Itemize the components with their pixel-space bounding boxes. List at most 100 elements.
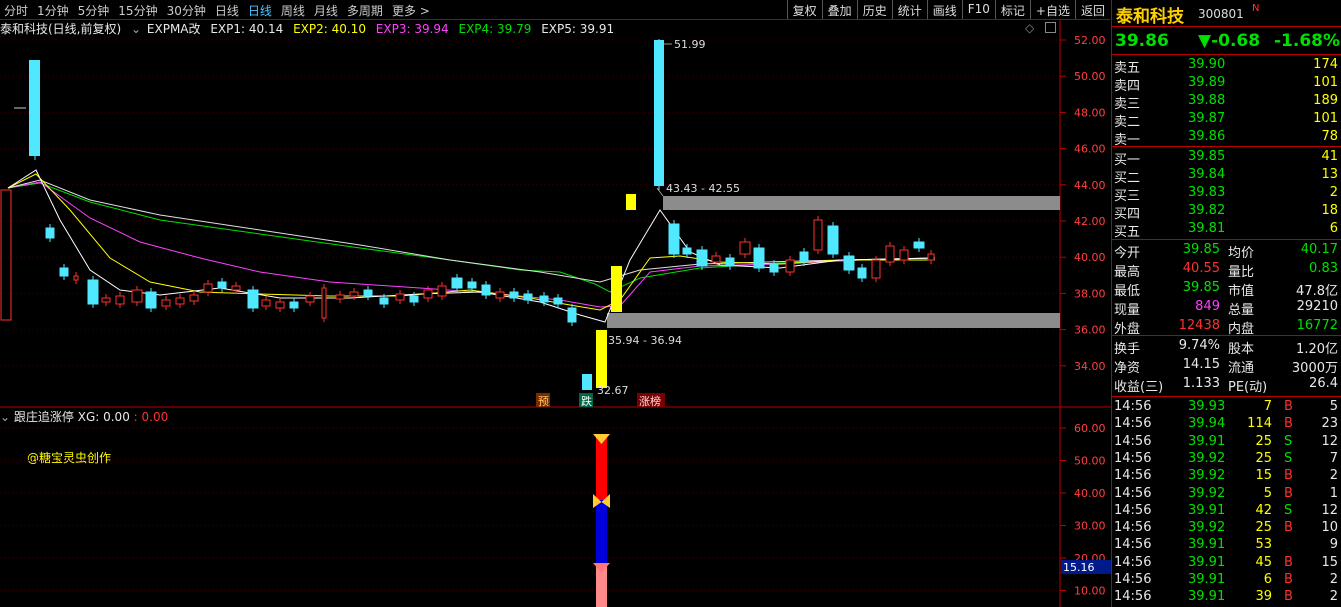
candle-body: [45, 227, 55, 239]
candle-body: [696, 249, 708, 267]
price-tick-label: 50.00: [1074, 70, 1106, 83]
indicator-bar-blue: [596, 500, 607, 564]
candle-body: [495, 291, 505, 299]
tick-row: 14:56 39.91 42 S 12: [1114, 502, 1338, 518]
candle-body: [843, 255, 855, 271]
candle-body: [321, 287, 327, 319]
ask-row: 卖二 39.87 101: [1114, 111, 1338, 130]
bid-row: 买一 39.85 41: [1114, 149, 1338, 168]
tab-15min[interactable]: 15分钟: [118, 2, 157, 19]
mark-button[interactable]: 标记: [994, 0, 1030, 19]
tick-row: 14:56 39.92 5 B 1: [1114, 485, 1338, 501]
candle-body: [769, 263, 779, 273]
candle-body: [885, 245, 895, 263]
history-button[interactable]: 历史: [856, 0, 892, 19]
candlestick-chart[interactable]: 52.00 50.00 48.00 46.00 44.00 42.00 40.00 38.00…: [0, 20, 1111, 408]
candle-body: [813, 219, 823, 251]
indicator-tick-label: 40.00: [1074, 487, 1106, 500]
stock-name: 泰和科技: [1116, 7, 1184, 27]
tab-30min[interactable]: 30分钟: [167, 2, 206, 19]
left-red-candle: [0, 189, 12, 321]
back-button[interactable]: 返回: [1074, 0, 1110, 19]
tab-fenshi[interactable]: 分时: [4, 2, 28, 19]
candle-body: [523, 293, 533, 301]
fund-row: 收益(三) 1.133 PE(动) 26.4: [1114, 376, 1338, 395]
low-candle: [582, 374, 592, 390]
yellow-marker: [626, 194, 636, 210]
candle-body: [231, 285, 241, 291]
candle-body: [87, 279, 99, 305]
candle-body: [115, 295, 125, 305]
indicator-chart[interactable]: 60.0050.0040.0030.0020.0010.00 15.16: [0, 408, 1111, 607]
price-change: ▼-0.68: [1198, 31, 1261, 51]
candle-body: [682, 247, 692, 255]
candle-body: [217, 281, 227, 289]
indicator-bar-red: [596, 438, 607, 500]
candle-body: [711, 255, 721, 263]
candle-body: [725, 257, 735, 267]
stat-row: 外盘 12438 内盘 16772: [1114, 318, 1338, 337]
tick-row: 14:56 39.94 114 B 23: [1114, 416, 1338, 432]
period-toolbar: 分时 1分钟 5分钟 15分钟 30分钟 日线 日线 周线 月线 多周期 更多 …: [0, 0, 1110, 20]
new-flag: N: [1252, 3, 1260, 14]
candle-body: [509, 291, 519, 299]
f10-button[interactable]: F10: [961, 0, 995, 19]
candle-body: [305, 295, 315, 303]
indicator-tick-label: 10.00: [1074, 585, 1106, 598]
price-tick-label: 44.00: [1074, 179, 1106, 192]
tab-more[interactable]: 更多 >: [392, 2, 430, 19]
candle-body: [753, 247, 765, 269]
candle-body: [59, 267, 69, 277]
tab-5min[interactable]: 5分钟: [78, 2, 110, 19]
tick-row: 14:56 39.93 7 B 5: [1114, 399, 1338, 414]
candle-body: [899, 249, 909, 261]
indicator-tick-label: 30.00: [1074, 520, 1106, 533]
draw-button[interactable]: 画线: [926, 0, 962, 19]
candle-body: [668, 223, 680, 255]
overlay-button[interactable]: 叠加: [821, 0, 857, 19]
candle-body: [409, 295, 419, 303]
price-tick-label: 40.00: [1074, 251, 1106, 264]
zone-lower-label: 35.94 - 36.94: [608, 334, 682, 347]
stat-row: 现量 849 总量 29210: [1114, 299, 1338, 318]
candle-body: [275, 301, 285, 309]
ask-row: 卖一 39.86 78: [1114, 129, 1338, 148]
tick-row: 14:56 39.92 15 B 2: [1114, 468, 1338, 484]
candle-body: [423, 289, 433, 299]
high-price-label: 51.99: [674, 38, 706, 51]
tab-monthly[interactable]: 月线: [314, 2, 338, 19]
fund-row: 换手 9.74% 股本 1.20亿: [1114, 338, 1338, 357]
tab-multi-period[interactable]: 多周期: [347, 2, 383, 19]
resistance-zone: [663, 196, 1060, 210]
stats-button[interactable]: 统计: [891, 0, 927, 19]
tick-row: 14:56 39.92 25 B 10: [1114, 520, 1338, 536]
bid-row: 买四 39.82 18: [1114, 203, 1338, 222]
ask-row: 卖五 39.90 174: [1114, 57, 1338, 76]
candle-body: [349, 291, 359, 297]
tag-pre: 预: [538, 395, 549, 408]
candle-body: [161, 299, 171, 307]
bid-row: 买五 39.81 6: [1114, 221, 1338, 240]
tick-row: 14:56 39.91 25 S 12: [1114, 433, 1338, 449]
indicator-tick-label: 50.00: [1074, 455, 1106, 468]
tick-row: 14:56 39.91 6 B 2: [1114, 572, 1338, 587]
stat-row: 最低 39.85 市值 47.8亿: [1114, 280, 1338, 299]
candle-body: [335, 294, 345, 300]
candle-body: [289, 301, 299, 309]
yellow-candle-up: [611, 266, 622, 312]
candle-body: [785, 259, 795, 273]
price-tick-label: 52.00: [1074, 34, 1106, 47]
exp5-line: [7, 179, 936, 283]
add-watchlist-button[interactable]: +自选: [1029, 0, 1075, 19]
tab-60min[interactable]: 日线: [215, 2, 239, 19]
price-tick-label: 38.00: [1074, 287, 1106, 300]
quote-panel: 泰和科技 300801 N 39.86 ▼-0.68 -1.68% 卖五 39.9…: [1111, 0, 1341, 607]
tick-row: 14:56 39.91 39 B 2: [1114, 589, 1338, 605]
tab-daily[interactable]: 日线: [248, 2, 272, 19]
bid-row: 买二 39.84 13: [1114, 167, 1338, 186]
restore-rights-button[interactable]: 复权: [786, 0, 822, 19]
tab-1min[interactable]: 1分钟: [37, 2, 69, 19]
zone-upper-label: 43.43 - 42.55: [666, 182, 740, 195]
tab-weekly[interactable]: 周线: [281, 2, 305, 19]
support-zone: [607, 313, 1060, 328]
